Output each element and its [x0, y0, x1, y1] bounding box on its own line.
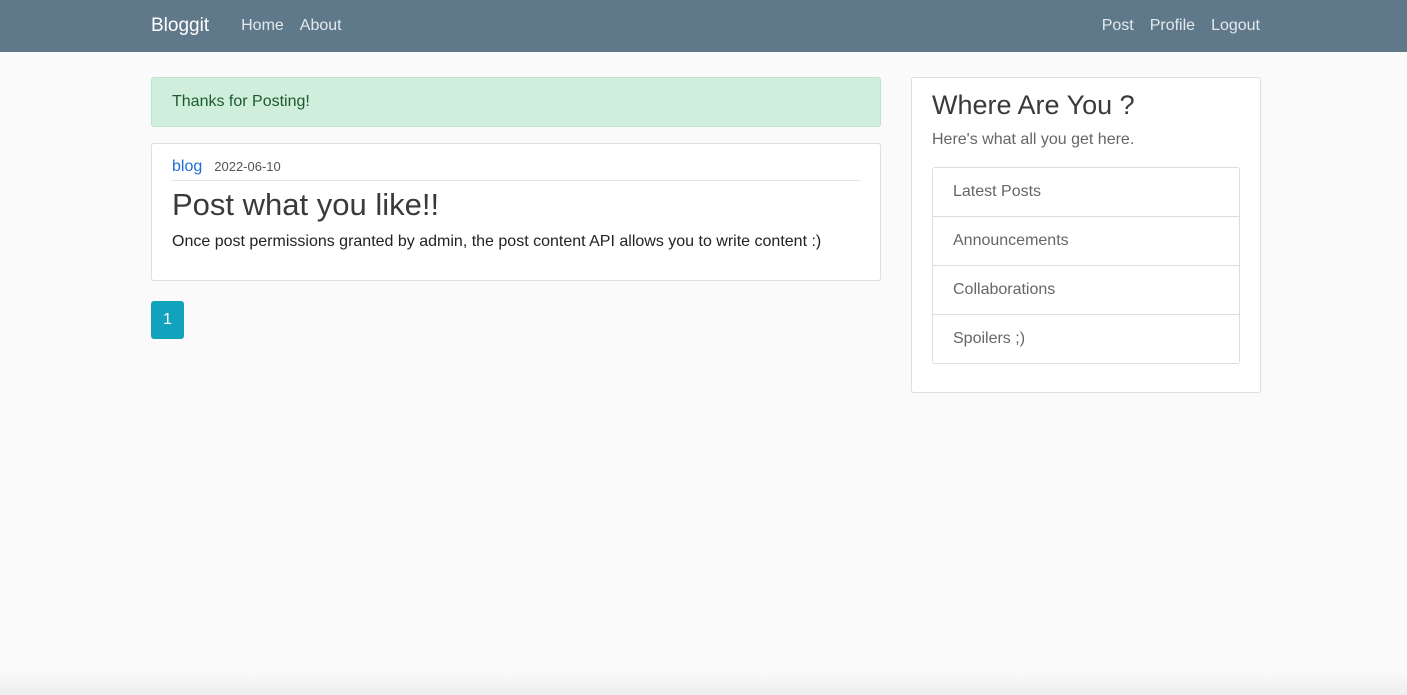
pagination: 1 — [151, 301, 881, 339]
nav-profile-link[interactable]: Profile — [1150, 17, 1195, 35]
post-card: blog 2022-06-10 Post what you like!! Onc… — [151, 143, 881, 281]
sidebar-subtitle: Here's what all you get here. — [932, 131, 1135, 148]
brand-link[interactable]: Bloggit — [151, 15, 209, 37]
post-content: Once post permissions granted by admin, … — [172, 233, 822, 250]
sidebar-list: Latest Posts Announcements Collaboration… — [932, 167, 1240, 364]
post-date: 2022-06-10 — [214, 159, 281, 174]
nav-post-link[interactable]: Post — [1102, 17, 1134, 35]
nav-right: Post Profile Logout — [1102, 17, 1260, 35]
alert-message: Thanks for Posting! — [172, 93, 310, 110]
page-button-1[interactable]: 1 — [151, 301, 184, 339]
post-category-link[interactable]: blog — [172, 158, 202, 176]
post-title: Post what you like!! — [172, 187, 440, 222]
nav-home-link[interactable]: Home — [241, 17, 284, 35]
page-container: Thanks for Posting! blog 2022-06-10 Post… — [0, 52, 1407, 695]
sidebar-item-announcements[interactable]: Announcements — [933, 217, 1239, 266]
sidebar-item-latest-posts[interactable]: Latest Posts — [933, 168, 1239, 217]
bottom-shadow — [0, 671, 1407, 695]
sidebar-item-spoilers[interactable]: Spoilers ;) — [933, 315, 1239, 363]
success-alert: Thanks for Posting! — [151, 77, 881, 127]
sidebar-card: Where Are You ? Here's what all you get … — [911, 77, 1261, 393]
sidebar-title: Where Are You ? — [932, 90, 1135, 120]
top-navbar: Bloggit Home About Post Profile Logout — [0, 0, 1407, 52]
nav-logout-link[interactable]: Logout — [1211, 17, 1260, 35]
nav-left: Home About — [241, 17, 358, 35]
nav-about-link[interactable]: About — [300, 17, 342, 35]
post-meta: blog 2022-06-10 — [172, 158, 860, 181]
sidebar-item-collaborations[interactable]: Collaborations — [933, 266, 1239, 315]
main-column: Thanks for Posting! blog 2022-06-10 Post… — [151, 77, 881, 339]
